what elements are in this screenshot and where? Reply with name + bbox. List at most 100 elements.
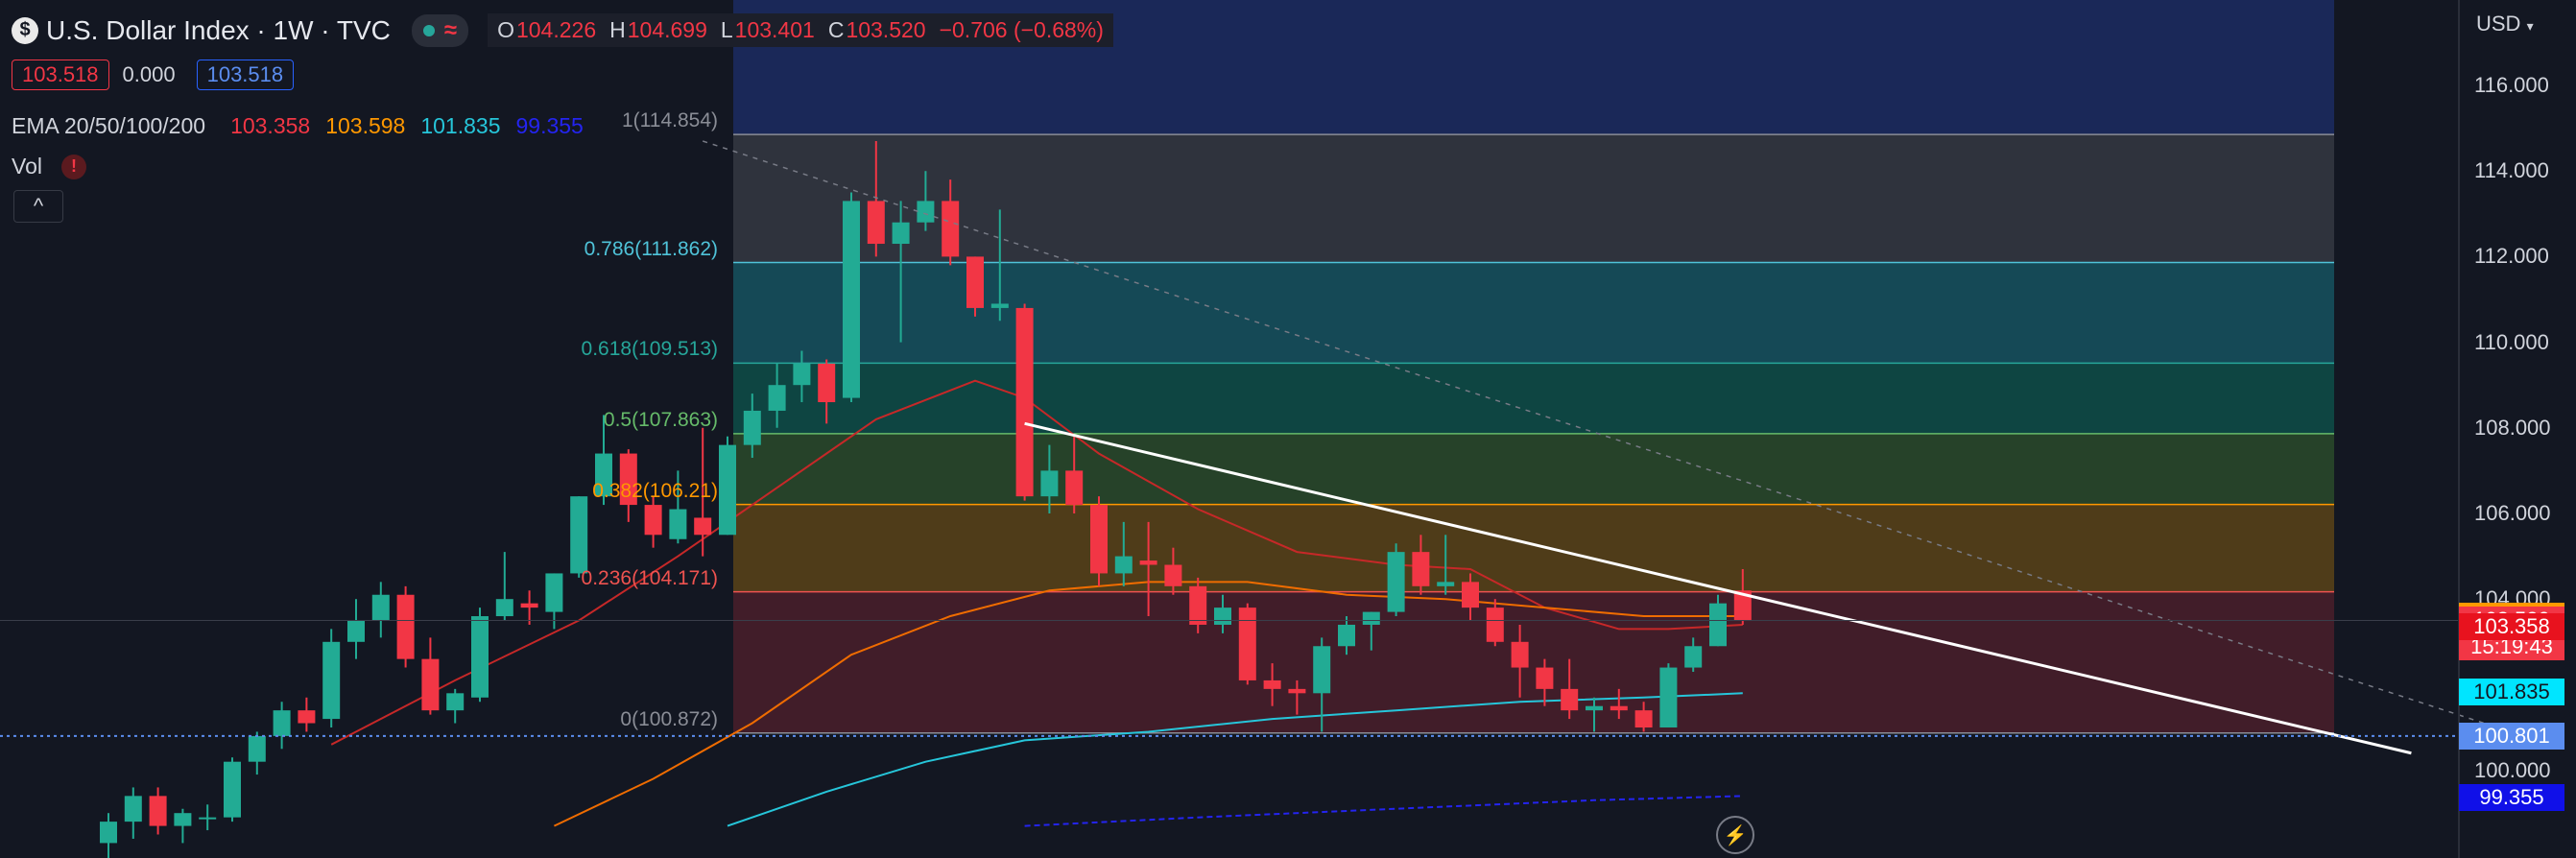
candle bbox=[966, 256, 984, 317]
candle bbox=[248, 731, 266, 775]
candle-body bbox=[1659, 667, 1678, 727]
candle-body bbox=[174, 813, 192, 826]
price-tick: 116.000 bbox=[2474, 73, 2549, 97]
chevron-up-icon: ^ bbox=[33, 194, 44, 218]
candle-body bbox=[1362, 611, 1380, 625]
candle-body bbox=[743, 410, 761, 445]
price-tick: 114.000 bbox=[2474, 158, 2549, 183]
vol-legend[interactable]: Vol ! bbox=[12, 154, 86, 179]
price-tag: 99.355 bbox=[2459, 784, 2564, 812]
low-value: 103.401 bbox=[734, 17, 815, 42]
candle-body bbox=[1536, 667, 1554, 689]
ema-50-value: 103.598 bbox=[325, 113, 406, 138]
header-legend: $ U.S. Dollar Index · 1W · TVC ≈ O104.22… bbox=[12, 13, 1113, 47]
change-value: −0.706 (−0.68%) bbox=[939, 17, 1104, 42]
vol-label: Vol bbox=[12, 154, 42, 179]
price-tick: 106.000 bbox=[2474, 501, 2551, 525]
candle-body bbox=[1610, 705, 1628, 711]
sell-button[interactable]: 103.518 bbox=[12, 60, 109, 90]
candle-body bbox=[1189, 585, 1207, 625]
open-label: O bbox=[497, 17, 514, 42]
candle bbox=[719, 436, 736, 536]
candle bbox=[100, 813, 117, 858]
ohlc-values: O104.226 H104.699 L103.401 C103.520 −0.7… bbox=[488, 13, 1113, 47]
candle bbox=[199, 804, 217, 831]
candle-body bbox=[1288, 688, 1306, 694]
candle-body bbox=[1139, 560, 1157, 565]
collapse-legend-button[interactable]: ^ bbox=[13, 190, 63, 223]
candle bbox=[446, 688, 465, 724]
candle bbox=[421, 637, 440, 715]
fib-level-label: 0.5(107.863) bbox=[603, 408, 718, 431]
candle-body bbox=[1164, 564, 1182, 586]
candle-body bbox=[446, 693, 465, 711]
price-tick: 112.000 bbox=[2474, 244, 2549, 269]
candle-body bbox=[1462, 582, 1479, 608]
market-open-dot-icon bbox=[422, 24, 435, 36]
candle-body bbox=[1486, 608, 1504, 642]
candle-body bbox=[942, 201, 960, 257]
candle-body bbox=[421, 658, 440, 711]
candle bbox=[843, 192, 860, 403]
candle-body bbox=[322, 641, 341, 720]
candle bbox=[1238, 603, 1256, 685]
fib-level-label: 1(114.854) bbox=[621, 109, 718, 132]
ema-label: EMA 20/50/100/200 bbox=[12, 113, 206, 138]
candle-body bbox=[1684, 646, 1703, 668]
fib-level-label: 0.382(106.21) bbox=[592, 479, 718, 502]
price-tag: 100.801 bbox=[2459, 722, 2564, 750]
candle-body bbox=[1412, 552, 1430, 586]
symbol-title[interactable]: U.S. Dollar Index · 1W · TVC bbox=[46, 15, 391, 46]
candle-body bbox=[1015, 307, 1034, 497]
fib-level-label: 0.618(109.513) bbox=[581, 338, 718, 361]
open-value: 104.226 bbox=[515, 17, 597, 42]
candle-body bbox=[1634, 710, 1653, 727]
ema-20-value: 103.358 bbox=[230, 113, 311, 138]
candle bbox=[273, 702, 291, 750]
candle-body bbox=[1090, 505, 1108, 574]
candle-body bbox=[1338, 624, 1355, 647]
candle-body bbox=[273, 710, 291, 736]
candle-body bbox=[495, 599, 513, 617]
candle bbox=[224, 757, 241, 822]
candle bbox=[471, 608, 489, 703]
close-label: C bbox=[827, 17, 845, 42]
candle bbox=[1659, 663, 1678, 727]
candle-body bbox=[1040, 470, 1059, 497]
candle bbox=[371, 582, 390, 638]
price-tick: 110.000 bbox=[2474, 329, 2549, 354]
candle-body bbox=[1114, 556, 1133, 574]
fib-level-label: 0.236(104.171) bbox=[581, 566, 718, 589]
candle bbox=[396, 585, 415, 668]
buy-button[interactable]: 103.518 bbox=[196, 60, 295, 90]
quote-row: 103.518 0.000 103.518 bbox=[12, 60, 307, 90]
candle bbox=[124, 787, 142, 839]
candle-body bbox=[1065, 470, 1084, 506]
currency-selector[interactable]: USD ▾ bbox=[2476, 12, 2534, 36]
high-value: 104.699 bbox=[627, 17, 707, 42]
fib-zone bbox=[733, 433, 2334, 505]
candle bbox=[644, 496, 662, 548]
candle-body bbox=[570, 496, 588, 574]
candle-body bbox=[1709, 603, 1727, 647]
lightning-icon[interactable]: ⚡ bbox=[1716, 816, 1754, 854]
warning-icon[interactable]: ! bbox=[60, 154, 86, 179]
price-tag: 101.835 bbox=[2459, 678, 2564, 705]
chevron-down-icon: ▾ bbox=[2526, 18, 2534, 34]
candle-body bbox=[966, 256, 984, 308]
candle-body bbox=[719, 444, 736, 536]
candle-body bbox=[917, 201, 935, 223]
fib-zone bbox=[733, 591, 2334, 733]
currency-label: USD bbox=[2476, 12, 2521, 36]
candle-body bbox=[248, 735, 266, 762]
candle-body bbox=[100, 822, 117, 844]
candle-body bbox=[149, 796, 167, 826]
candle-body bbox=[298, 710, 316, 724]
candle bbox=[570, 496, 588, 578]
market-status-pill[interactable]: ≈ bbox=[411, 13, 469, 47]
candle-body bbox=[793, 363, 811, 386]
candle bbox=[322, 629, 341, 727]
candle-body bbox=[867, 201, 885, 245]
fib-zone bbox=[733, 363, 2334, 434]
candle-body bbox=[1437, 582, 1455, 586]
